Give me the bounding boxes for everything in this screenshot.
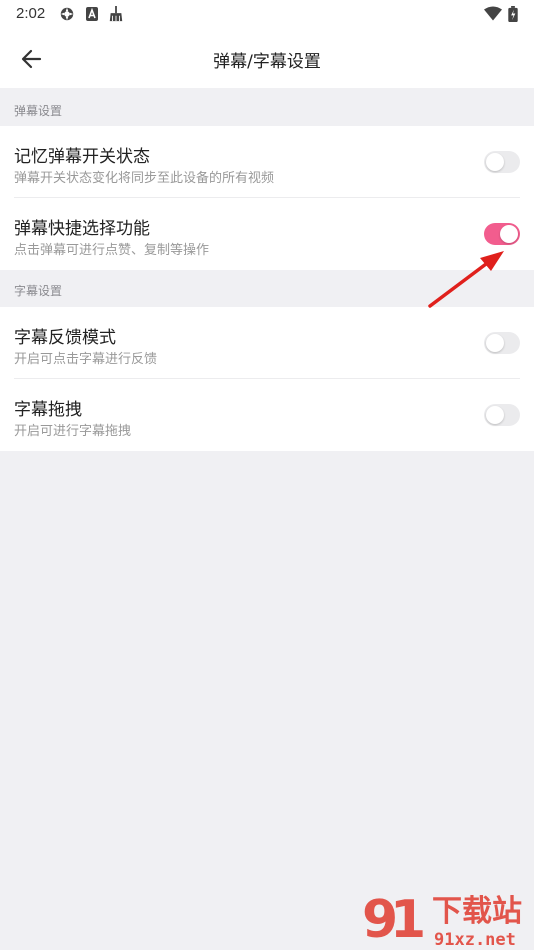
battery-icon <box>508 6 518 22</box>
toggle-knob <box>486 334 504 352</box>
setting-row-subtitle-drag[interactable]: 字幕拖拽 开启可进行字幕拖拽 <box>0 379 534 451</box>
toggle-knob <box>486 406 504 424</box>
setting-title: 弹幕快捷选择功能 <box>14 219 150 239</box>
toggle-knob <box>486 153 504 171</box>
section-header-label: 弹幕设置 <box>14 104 63 118</box>
setting-subtitle: 点击弹幕可进行点赞、复制等操作 <box>14 243 210 258</box>
setting-row-remember-danmaku[interactable]: 记忆弹幕开关状态 弹幕开关状态变化将同步至此设备的所有视频 <box>0 126 534 198</box>
svg-text:91xz.net: 91xz.net <box>434 930 516 950</box>
status-time: 2:02 <box>16 5 46 22</box>
toggle-subtitle-drag[interactable] <box>484 404 520 426</box>
wifi-icon <box>484 6 502 21</box>
page-title: 弹幕/字幕设置 <box>213 52 321 72</box>
setting-row-subtitle-feedback[interactable]: 字幕反馈模式 开启可点击字幕进行反馈 <box>0 307 534 379</box>
toggle-subtitle-feedback[interactable] <box>484 332 520 354</box>
annotation-arrow-icon <box>428 251 504 308</box>
setting-subtitle: 开启可进行字幕拖拽 <box>14 424 132 439</box>
toggle-remember-danmaku[interactable] <box>484 151 520 173</box>
svg-text:1: 1 <box>390 890 426 950</box>
settings-wheel-icon <box>60 7 74 21</box>
broom-icon <box>109 6 123 22</box>
setting-title: 字幕拖拽 <box>14 400 82 420</box>
watermark-logo: 9 1 下载站 91xz.net <box>360 885 532 950</box>
a-badge-icon <box>86 7 98 21</box>
setting-title: 记忆弹幕开关状态 <box>14 147 150 167</box>
svg-text:下载站: 下载站 <box>432 894 522 929</box>
section-header-danmaku: 弹幕设置 <box>0 90 534 126</box>
section-header-label: 字幕设置 <box>14 284 63 298</box>
setting-title: 字幕反馈模式 <box>14 328 116 348</box>
app-bar: 弹幕/字幕设置 <box>0 30 534 88</box>
setting-subtitle: 弹幕开关状态变化将同步至此设备的所有视频 <box>14 171 275 186</box>
status-bar: 2:02 <box>0 0 534 30</box>
setting-subtitle: 开启可点击字幕进行反馈 <box>14 352 158 367</box>
